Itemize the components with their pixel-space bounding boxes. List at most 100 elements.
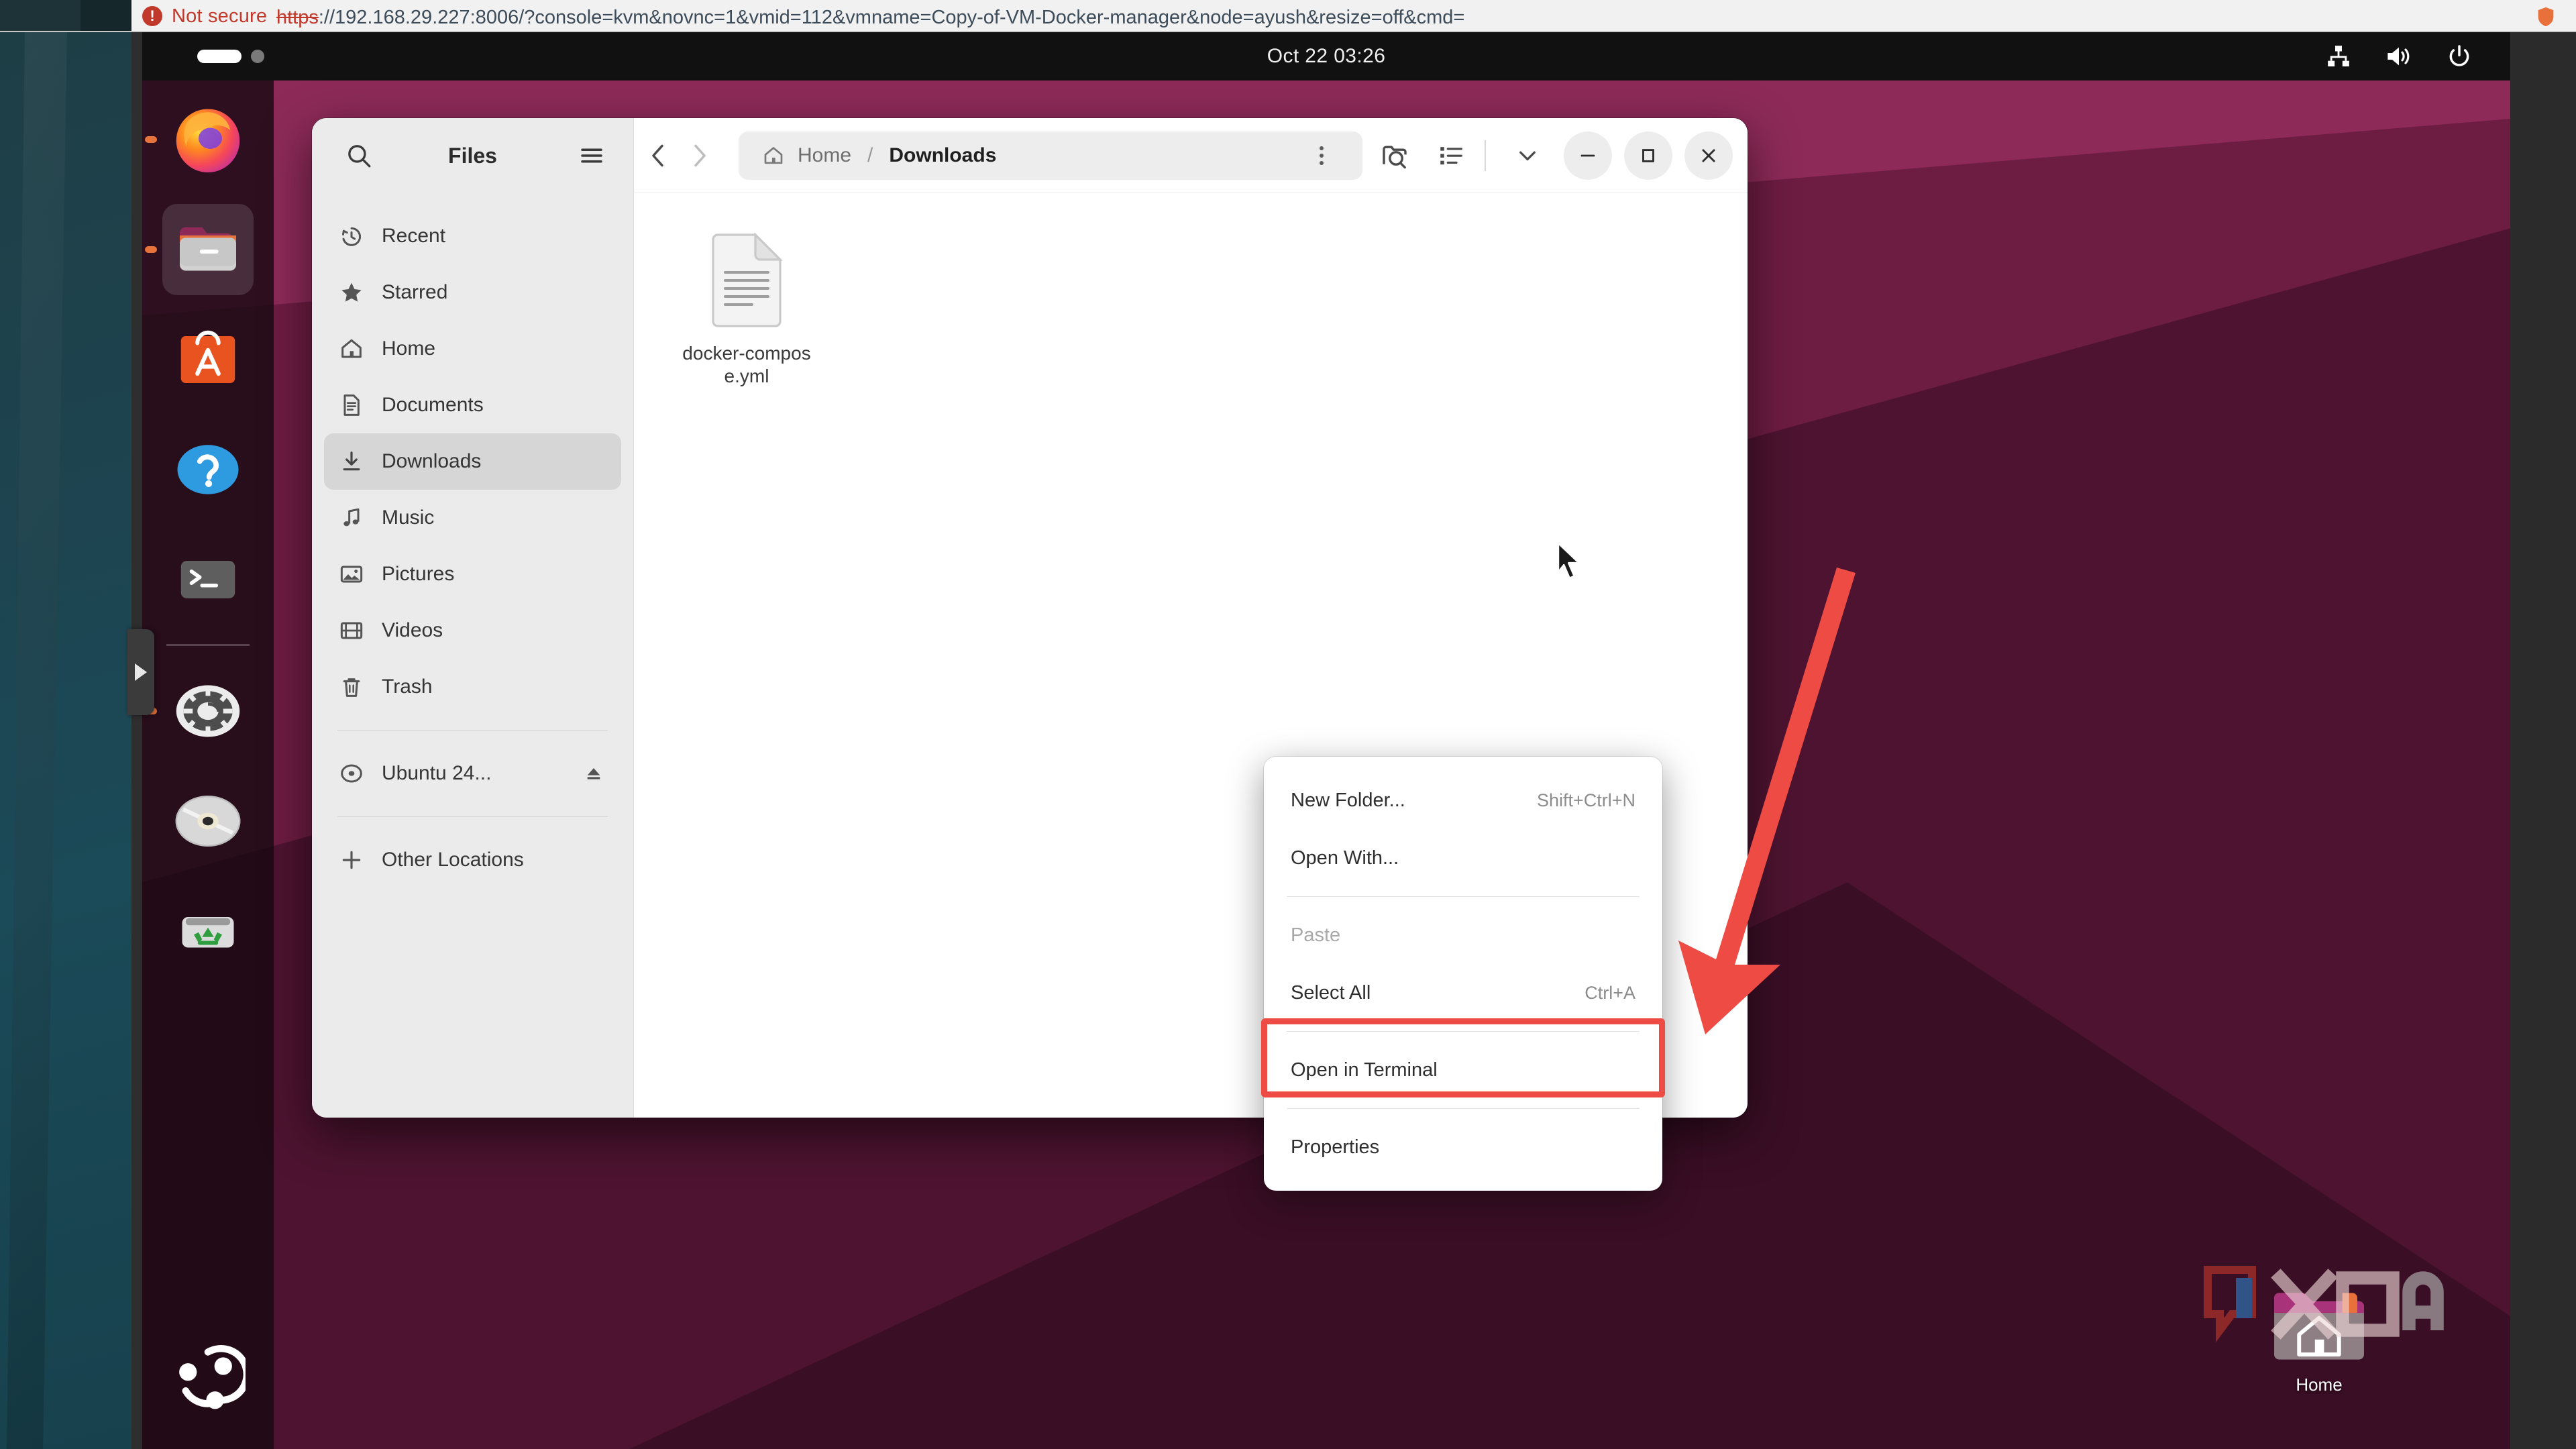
novnc-panel-toggle[interactable] xyxy=(127,629,154,715)
context-menu-item-label: New Folder... xyxy=(1291,789,1405,811)
dock-item-trash[interactable] xyxy=(162,885,254,977)
chevron-right-icon xyxy=(694,144,706,166)
close-button[interactable] xyxy=(1684,131,1733,180)
dock-item-software[interactable] xyxy=(162,314,254,405)
chrome-divider xyxy=(0,31,2576,32)
novnc-left-gutter xyxy=(131,32,142,1449)
security-label: Not secure xyxy=(172,5,268,27)
headerbar-right-controls xyxy=(1362,131,1748,180)
minimize-button[interactable] xyxy=(1564,131,1612,180)
network-icon xyxy=(2328,46,2349,66)
address-bar[interactable]: https://192.168.29.227:8006/?console=kvm… xyxy=(276,1,1464,32)
breadcrumb-home[interactable]: Home xyxy=(798,144,851,167)
context-menu-item-properties[interactable]: Properties xyxy=(1264,1118,1662,1176)
browser-chrome: ! Not secure https://192.168.29.227:8006… xyxy=(0,0,2576,32)
dock-item-firefox[interactable] xyxy=(162,94,254,185)
dock-item-show-apps[interactable] xyxy=(162,1332,254,1424)
sidebar-item-music[interactable]: Music xyxy=(324,490,621,546)
site-security-indicator[interactable]: ! Not secure xyxy=(142,0,267,32)
sidebar-item-label: Trash xyxy=(382,676,433,698)
desktop-home-folder[interactable]: Home xyxy=(2242,1285,2396,1395)
home-icon xyxy=(337,335,366,363)
video-film-icon xyxy=(337,616,366,645)
sidebar-item-videos[interactable]: Videos xyxy=(324,602,621,659)
terminal-icon xyxy=(180,561,235,598)
plus-icon xyxy=(337,846,366,874)
brave-shield-icon[interactable] xyxy=(2534,5,2557,28)
ubuntu-apps-grid-icon xyxy=(179,1345,246,1409)
folder-search-icon xyxy=(1383,146,1407,168)
eject-icon[interactable] xyxy=(582,762,605,785)
dock-item-settings[interactable] xyxy=(162,665,254,757)
desktop-home-folder-label: Home xyxy=(2296,1375,2343,1395)
back-button[interactable] xyxy=(643,133,674,178)
context-menu-item-new-folder[interactable]: New Folder... Shift+Ctrl+N xyxy=(1264,771,1662,829)
firefox-icon xyxy=(176,109,240,172)
sidebar-search-button[interactable] xyxy=(340,137,378,174)
context-menu-item-open-with[interactable]: Open With... xyxy=(1264,829,1662,887)
breadcrumb-separator: / xyxy=(867,144,873,166)
context-menu-separator xyxy=(1287,1108,1640,1109)
sidebar-item-label: Recent xyxy=(382,225,446,247)
sidebar-item-label: Starred xyxy=(382,281,448,303)
dock-item-disc[interactable] xyxy=(162,775,254,867)
sidebar-item-documents[interactable]: Documents xyxy=(324,377,621,433)
search-icon xyxy=(348,145,371,168)
document-icon xyxy=(337,391,366,419)
context-menu-item-label: Select All xyxy=(1291,981,1371,1004)
breadcrumb-menu-button[interactable] xyxy=(1303,138,1340,174)
sidebar-item-starred[interactable]: Starred xyxy=(324,264,621,321)
list-view-icon xyxy=(1440,146,1462,164)
sidebar-divider xyxy=(337,816,608,817)
sidebar-menu-button[interactable] xyxy=(573,137,610,174)
sidebar-item-other-locations[interactable]: Other Locations xyxy=(324,832,621,888)
context-menu: New Folder... Shift+Ctrl+N Open With... … xyxy=(1264,757,1662,1191)
picture-image-icon xyxy=(337,560,366,588)
url-scheme: https xyxy=(276,6,319,28)
trash-recycle-icon xyxy=(182,917,234,948)
sidebar-item-label: Other Locations xyxy=(382,849,524,871)
sidebar-item-label: Home xyxy=(382,337,436,360)
sidebar-list: Recent Starred Home Documents Downloads … xyxy=(312,193,633,888)
music-note-icon xyxy=(337,504,366,532)
context-menu-item-select-all[interactable]: Select All Ctrl+A xyxy=(1264,964,1662,1022)
url-rest: ://192.168.29.227:8006/?console=kvm&novn… xyxy=(318,6,1465,28)
sidebar-item-device-ubuntu[interactable]: Ubuntu 24... xyxy=(324,745,621,802)
file-item-docker-compose[interactable]: docker-compose.yml xyxy=(674,225,819,394)
context-menu-item-label: Paste xyxy=(1291,924,1341,946)
sidebar-item-recent[interactable]: Recent xyxy=(324,208,621,264)
context-menu-item-accel: Ctrl+A xyxy=(1585,982,1635,1003)
chevron-down-icon xyxy=(1519,151,1536,160)
minimize-icon xyxy=(1580,154,1595,156)
sidebar-item-home[interactable]: Home xyxy=(324,321,621,377)
dock-item-files[interactable] xyxy=(162,204,254,295)
sidebar-item-downloads[interactable]: Downloads xyxy=(324,433,621,490)
help-question-icon xyxy=(177,445,239,494)
breadcrumb-current[interactable]: Downloads xyxy=(889,144,996,167)
sidebar-item-pictures[interactable]: Pictures xyxy=(324,546,621,602)
home-folder-icon xyxy=(2274,1293,2364,1360)
maximize-button[interactable] xyxy=(1624,131,1672,180)
breadcrumb[interactable]: Home / Downloads xyxy=(739,131,1362,180)
dock-item-help[interactable] xyxy=(162,424,254,515)
view-options-dropdown[interactable] xyxy=(1503,131,1552,180)
sidebar-divider xyxy=(337,730,608,731)
context-menu-item-paste: Paste xyxy=(1264,906,1662,964)
files-sidebar: Files Recent Starred Home Documents Down… xyxy=(312,118,634,1118)
forward-button[interactable] xyxy=(684,133,714,178)
topbar-clock[interactable]: Oct 22 03:26 xyxy=(142,32,2510,80)
topbar-system-tray[interactable] xyxy=(2325,32,2473,80)
list-view-button[interactable] xyxy=(1427,131,1475,180)
vertical-dots-icon xyxy=(1320,146,1324,165)
context-menu-item-open-in-terminal[interactable]: Open in Terminal xyxy=(1264,1041,1662,1099)
sidebar-item-trash[interactable]: Trash xyxy=(324,659,621,715)
sidebar-item-label: Downloads xyxy=(382,450,482,472)
optical-disc-icon xyxy=(337,759,366,788)
files-headerbar: Home / Downloads xyxy=(634,118,1748,193)
close-icon xyxy=(1702,148,1715,162)
ubuntu-software-icon xyxy=(180,330,235,383)
dock-item-terminal[interactable] xyxy=(162,534,254,625)
gear-icon xyxy=(176,685,240,737)
power-icon xyxy=(2449,45,2469,66)
search-folder-button[interactable] xyxy=(1371,131,1419,180)
